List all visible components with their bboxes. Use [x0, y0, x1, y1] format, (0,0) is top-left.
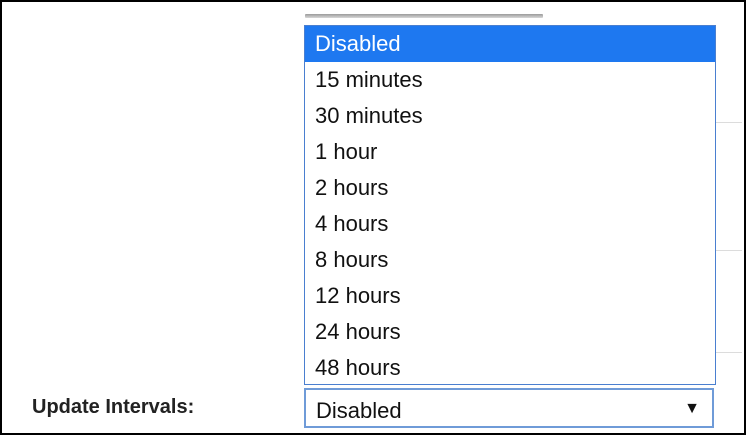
option-30-minutes[interactable]: 30 minutes [305, 98, 715, 134]
background-divider [714, 352, 742, 353]
option-1-hour[interactable]: 1 hour [305, 134, 715, 170]
update-interval-options-list[interactable]: Disabled 15 minutes 30 minutes 1 hour 2 … [304, 25, 716, 385]
option-12-hours[interactable]: 12 hours [305, 278, 715, 314]
option-2-hours[interactable]: 2 hours [305, 170, 715, 206]
background-divider [714, 250, 742, 251]
update-intervals-label: Update Intervals: [32, 396, 195, 418]
select-current-value: Disabled [316, 398, 402, 423]
chevron-down-icon[interactable]: ▼ [684, 400, 700, 418]
option-4-hours[interactable]: 4 hours [305, 206, 715, 242]
update-intervals-select[interactable]: Disabled ▼ [304, 388, 714, 428]
option-48-hours[interactable]: 48 hours [305, 350, 715, 384]
background-control-edge [305, 14, 543, 18]
option-24-hours[interactable]: 24 hours [305, 314, 715, 350]
option-8-hours[interactable]: 8 hours [305, 242, 715, 278]
background-divider [714, 122, 742, 123]
option-15-minutes[interactable]: 15 minutes [305, 62, 715, 98]
settings-panel: Disabled 15 minutes 30 minutes 1 hour 2 … [0, 0, 746, 435]
option-disabled[interactable]: Disabled [305, 26, 715, 62]
